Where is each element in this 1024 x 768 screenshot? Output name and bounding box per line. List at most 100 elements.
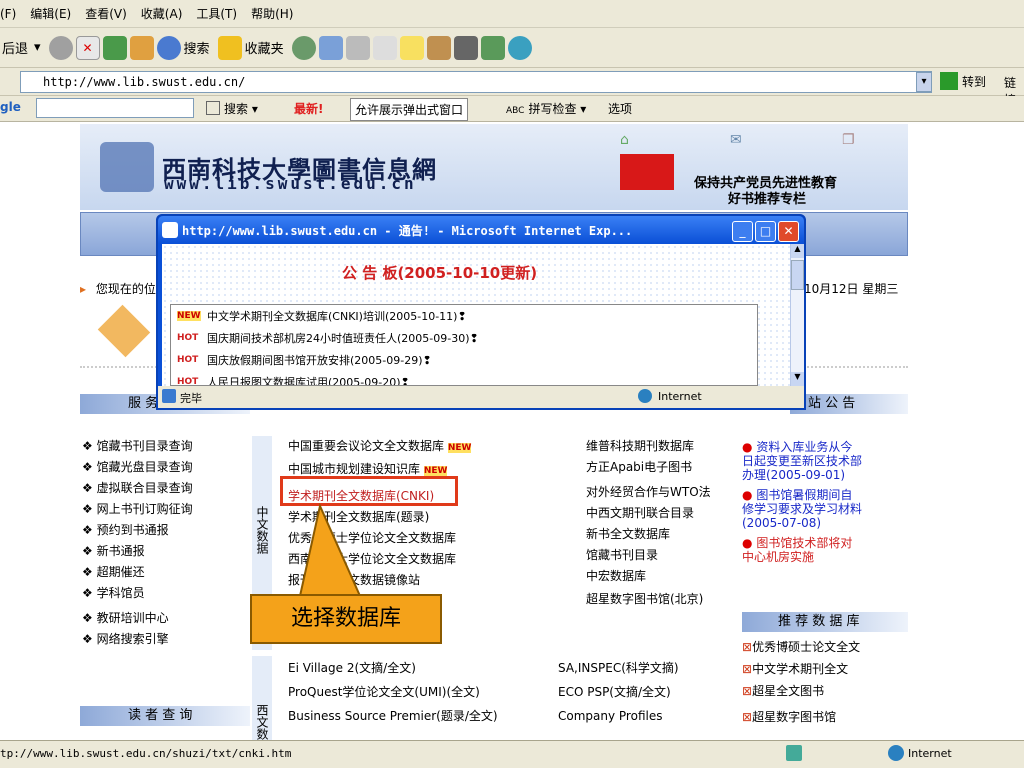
toolbar: 后退 ▾ ✕ 搜索 收藏夹 <box>0 28 1024 68</box>
maximize-button[interactable]: □ <box>755 221 776 242</box>
news-item[interactable]: ● 图书馆技术部将对中心机房实施 <box>742 536 864 564</box>
minimize-button[interactable]: _ <box>732 221 753 242</box>
go-icon <box>940 72 958 90</box>
right-link[interactable]: 超星数字图书馆(北京) <box>586 589 736 610</box>
back-button[interactable]: 后退 ▾ <box>2 38 41 57</box>
left-link[interactable]: ❖ 新书通报 <box>82 541 252 562</box>
menu-file[interactable]: (F) <box>0 7 16 21</box>
note-icon[interactable] <box>399 35 424 60</box>
mail-small-icon[interactable]: ✉ <box>730 132 742 148</box>
spellcheck-button[interactable]: ABC 拼写检查 ▾ <box>506 100 586 117</box>
google-g-icon <box>206 101 220 115</box>
popup-allow-button[interactable]: 允许展示弹出式窗口 <box>350 98 469 121</box>
notice-item[interactable]: HOT 国庆期间技术部机房24小时值班责任人(2005-09-30)❢ <box>171 327 757 349</box>
left-link[interactable]: ❖ 虚拟联合目录查询 <box>82 478 252 499</box>
messenger-icon[interactable] <box>480 35 505 60</box>
west-link[interactable]: SA,INSPEC(科学文摘) <box>558 656 728 680</box>
right-link[interactable]: 馆藏书刊目录 <box>586 545 736 566</box>
left-link[interactable]: ❖ 超期催还 <box>82 562 252 583</box>
address-dropdown[interactable]: ▾ <box>916 72 932 92</box>
right-link[interactable]: 中西文期刊联合目录 <box>586 503 736 524</box>
refresh-icon[interactable] <box>102 35 127 60</box>
address-bar: http://www.lib.swust.edu.cn/ ▾ 转到 链接 <box>0 68 1024 157</box>
recommend-item[interactable]: ⊠中文学术期刊全文 <box>742 658 908 680</box>
menu-view[interactable]: 查看(V) <box>85 5 127 22</box>
globe-icon <box>638 389 652 403</box>
forward-icon[interactable] <box>48 35 73 60</box>
recommend-item[interactable]: ⊠超星数字图书馆 <box>742 706 908 728</box>
google-search-button[interactable]: 搜索 ▾ <box>206 100 258 117</box>
left-link[interactable]: ❖ 学科馆员 <box>82 583 252 604</box>
search-icon <box>156 35 181 60</box>
right-link[interactable]: 维普科技期刊数据库 <box>586 436 736 457</box>
menu-edit[interactable]: 编辑(E) <box>30 5 71 22</box>
search-button[interactable]: 搜索 <box>156 35 210 60</box>
menu-bar: (F) 编辑(E) 查看(V) 收藏(A) 工具(T) 帮助(H) <box>0 0 1024 28</box>
news-item[interactable]: ● 资料入库业务从今日起变更至新区技术部办理(2005-09-01) <box>742 440 864 482</box>
right-link[interactable]: 中宏数据库 <box>586 566 736 587</box>
west-link[interactable]: Company Profiles <box>558 704 728 728</box>
popup-scrollbar[interactable]: ▲ ▼ <box>790 244 804 386</box>
right-link[interactable]: 方正Apabi电子图书 <box>586 457 736 478</box>
notice-item[interactable]: HOT 国庆放假期间图书馆开放安排(2005-09-29)❢ <box>171 349 757 371</box>
left-link[interactable]: ❖ 网络搜索引擎 <box>82 629 252 650</box>
right-link[interactable]: 新书全文数据库 <box>586 524 736 545</box>
slogan-line2[interactable]: 好书推荐专栏 <box>728 188 806 207</box>
history-icon[interactable] <box>291 35 316 60</box>
right-link[interactable]: 对外经贸合作与WTO法 <box>586 482 736 503</box>
options-button[interactable]: 选项 <box>608 100 632 117</box>
mid-link[interactable]: 中国重要会议论文全文数据库 NEW <box>288 436 548 459</box>
west-link[interactable]: ECO PSP(文摘/全文) <box>558 680 728 704</box>
popup-heading: 公 告 板(2005-10-10更新) <box>342 264 538 282</box>
scroll-thumb <box>791 260 804 290</box>
left-link[interactable]: ❖ 网上书刊订购征询 <box>82 499 252 520</box>
google-search-input[interactable] <box>36 98 194 118</box>
west-link-list: Ei Village 2(文摘/全文) ProQuest学位论文全文(UMI)(… <box>288 656 558 728</box>
left-link[interactable]: ❖ 预约到书通报 <box>82 520 252 541</box>
address-input[interactable]: http://www.lib.swust.edu.cn/ <box>20 71 932 93</box>
bookmark-small-icon[interactable]: ❐ <box>842 132 855 148</box>
left-link[interactable]: ❖ 馆藏光盘目录查询 <box>82 457 252 478</box>
recommend-item[interactable]: ⊠超星全文图书 <box>742 680 908 702</box>
status-zone: Internet <box>908 747 952 760</box>
notice-list: NEW 中文学术期刊全文数据库(CNKI)培训(2005-10-11)❢ HOT 国… <box>170 304 758 386</box>
location-label: 您现在的位 <box>95 282 156 296</box>
menu-favorites[interactable]: 收藏(A) <box>141 5 183 22</box>
west-link[interactable]: Business Source Premier(题录/全文) <box>288 704 558 728</box>
notice-item[interactable]: HOT 人民日报图文数据库试用(2005-09-20)❢ <box>171 371 757 385</box>
newest-button[interactable]: 最新! <box>294 100 323 117</box>
users-icon[interactable] <box>507 35 532 60</box>
menu-tools[interactable]: 工具(T) <box>196 5 237 22</box>
popup-title: http://www.lib.swust.edu.cn - 通告! - Micr… <box>182 224 633 238</box>
close-button[interactable]: ✕ <box>778 221 799 242</box>
zone-globe-icon <box>888 745 904 761</box>
left-link[interactable]: ❖ 教研培训中心 <box>82 608 252 629</box>
popup-titlebar[interactable]: http://www.lib.swust.edu.cn - 通告! - Micr… <box>158 216 804 244</box>
mail-icon[interactable] <box>318 35 343 60</box>
go-button[interactable]: 转到 <box>940 72 986 90</box>
favorites-button[interactable]: 收藏夹 <box>217 35 284 60</box>
tool-icon[interactable] <box>453 35 478 60</box>
west-link[interactable]: ProQuest学位论文全文(UMI)(全文) <box>288 680 558 704</box>
stop-icon[interactable]: ✕ <box>75 35 100 60</box>
left-link[interactable]: ❖ 馆藏书刊目录查询 <box>82 436 252 457</box>
popup-statusbar: 完毕 Internet <box>158 386 804 408</box>
home-small-icon[interactable]: ⌂ <box>620 132 629 148</box>
site-logo <box>100 142 154 192</box>
print-icon[interactable] <box>345 35 370 60</box>
popup-body: 公 告 板(2005-10-10更新) NEW 中文学术期刊全文数据库(CNKI)… <box>162 244 790 386</box>
google-toolbar: gle 搜索 ▾ 最新! 允许展示弹出式窗口 ABC 拼写检查 ▾ 选项 <box>0 96 1024 122</box>
menu-help[interactable]: 帮助(H) <box>251 5 293 22</box>
callout-label: 选择数据库 <box>250 594 442 644</box>
news-item[interactable]: ● 图书馆暑假期间自修学习要求及学习材料(2005-07-08) <box>742 488 864 530</box>
status-url: tp://www.lib.swust.edu.cn/shuzi/txt/cnki… <box>0 747 292 760</box>
research-icon[interactable] <box>426 35 451 60</box>
site-banner: 西南科技大學圖書信息網 www.lib.swust.edu.cn 保持共产党员先… <box>80 124 908 210</box>
recommend-item[interactable]: ⊠优秀博硕士论文全文 <box>742 636 908 658</box>
done-icon <box>162 389 176 403</box>
home-icon[interactable] <box>129 35 154 60</box>
notice-item[interactable]: NEW 中文学术期刊全文数据库(CNKI)培训(2005-10-11)❢ <box>171 305 757 327</box>
recommend-list: ⊠优秀博硕士论文全文 ⊠中文学术期刊全文 ⊠超星全文图书 ⊠超星数字图书馆 <box>742 636 908 728</box>
edit-icon[interactable] <box>372 35 397 60</box>
west-link[interactable]: Ei Village 2(文摘/全文) <box>288 656 558 680</box>
